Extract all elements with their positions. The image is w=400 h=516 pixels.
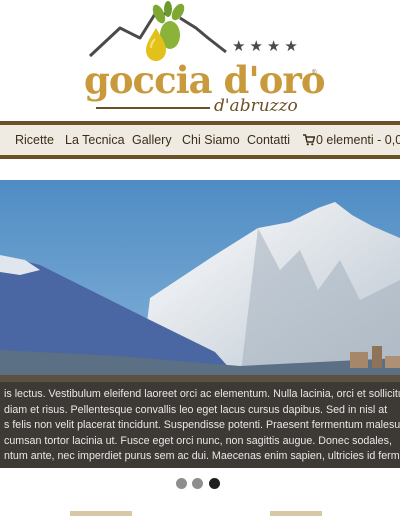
slider-dot-1[interactable] — [176, 478, 187, 489]
image-slider[interactable]: is lectus. Vestibulum eleifend laoreet o… — [0, 180, 400, 468]
brand-underline — [96, 107, 210, 109]
brand-subtitle: d'abruzzo — [214, 96, 298, 116]
header-logo-area: ★★★★ goccia d'oro ® d'abruzzo — [0, 0, 400, 121]
caption-line: ntum ante, nec imperdiet purus sem ac du… — [4, 450, 400, 462]
shopping-cart-icon[interactable] — [303, 134, 315, 146]
nav-item-chi-siamo[interactable]: Chi Siamo — [182, 133, 240, 147]
caption-line: s felis non velit placerat tincidunt. Su… — [4, 419, 400, 431]
slider-pagination — [176, 478, 226, 490]
nav-item-gallery[interactable]: Gallery — [132, 133, 172, 147]
product-thumbnail[interactable] — [270, 511, 322, 516]
nav-item-contatti[interactable]: Contatti — [247, 133, 290, 147]
slide-caption: is lectus. Vestibulum eleifend laoreet o… — [0, 382, 400, 468]
caption-line: diam et risus. Pellentesque convallis le… — [4, 403, 388, 416]
product-thumbnail[interactable] — [70, 511, 132, 516]
cart-summary-link[interactable]: 0 elementi - 0,00 — [316, 133, 400, 147]
nav-item-la-tecnica[interactable]: La Tecnica — [65, 133, 125, 147]
slider-dot-3[interactable] — [209, 478, 220, 489]
nav-item-ricette[interactable]: Ricette — [15, 133, 54, 147]
registered-mark: ® — [312, 70, 317, 76]
navbar-inner: Ricette La Tecnica Gallery Chi Siamo Con… — [0, 125, 400, 155]
main-navbar: Ricette La Tecnica Gallery Chi Siamo Con… — [0, 121, 400, 159]
rating-stars: ★★★★ — [232, 38, 302, 55]
slider-dot-2[interactable] — [192, 478, 203, 489]
caption-line: is lectus. Vestibulum eleifend laoreet o… — [4, 388, 400, 400]
caption-line: cumsan tortor lacinia ut. Fusce eget orc… — [4, 434, 392, 447]
